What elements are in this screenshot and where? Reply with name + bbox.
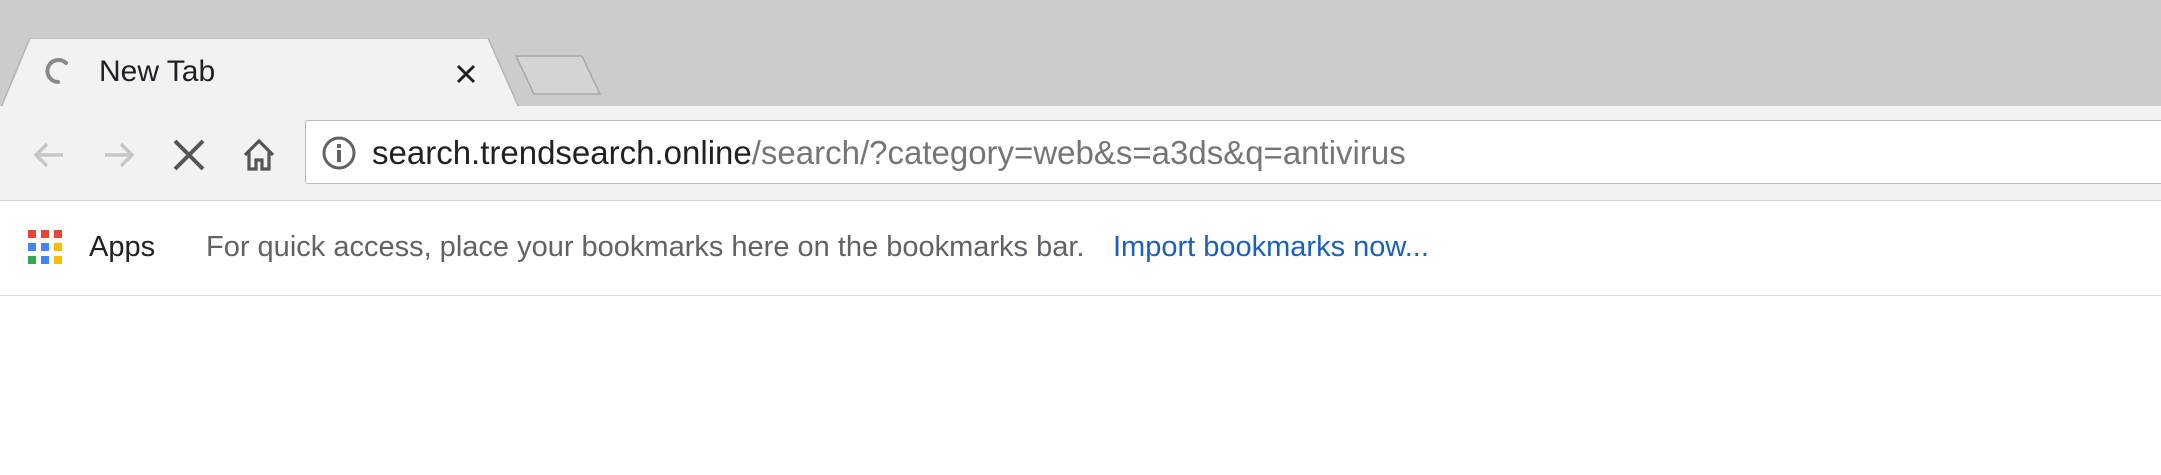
tab-title: New Tab bbox=[99, 55, 216, 88]
home-icon[interactable] bbox=[234, 130, 284, 180]
back-arrow-icon[interactable] bbox=[24, 130, 74, 180]
new-tab-button[interactable] bbox=[514, 54, 604, 98]
loading-spinner-icon bbox=[44, 57, 72, 85]
import-bookmarks-link[interactable]: Import bookmarks now... bbox=[1113, 231, 1429, 264]
toolbar: search.trendsearch.online/search/?catego… bbox=[0, 106, 2161, 200]
address-bar[interactable]: search.trendsearch.online/search/?catego… bbox=[305, 120, 2161, 184]
apps-label: Apps bbox=[89, 230, 156, 263]
close-icon[interactable] bbox=[449, 57, 483, 91]
page-content bbox=[0, 296, 2161, 475]
url-text[interactable]: search.trendsearch.online/search/?catego… bbox=[372, 133, 1406, 173]
apps-button[interactable]: Apps bbox=[28, 227, 155, 267]
bookmarks-bar: Apps For quick access, place your bookma… bbox=[0, 200, 2161, 296]
bookmarks-hint: For quick access, place your bookmarks h… bbox=[206, 231, 1085, 263]
stop-icon[interactable] bbox=[164, 130, 214, 180]
url-host: search.trendsearch.online bbox=[372, 134, 752, 171]
url-path: /search/?category=web&s=a3ds&q=antivirus bbox=[751, 134, 1406, 171]
apps-grid-icon bbox=[28, 230, 62, 264]
tab-strip: New Tab bbox=[0, 0, 2161, 110]
info-icon[interactable] bbox=[321, 135, 357, 171]
forward-arrow-icon[interactable] bbox=[94, 130, 144, 180]
